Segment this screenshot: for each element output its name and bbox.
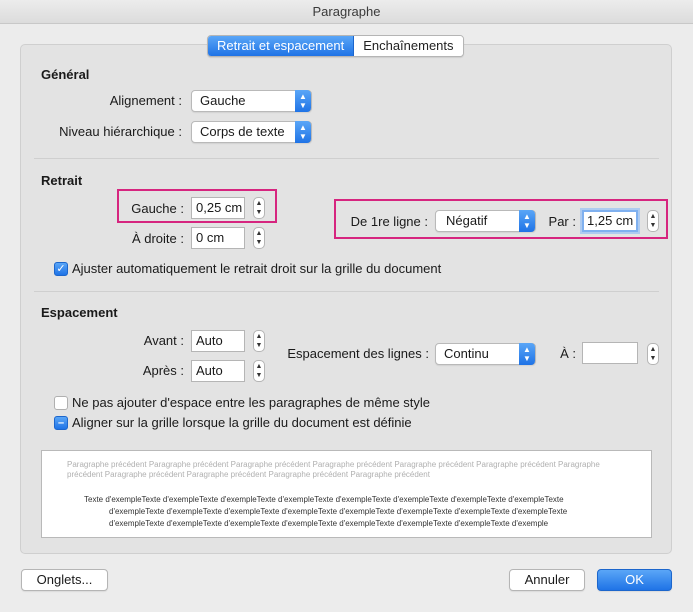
left-indent-field[interactable]: 0,25 cm [191, 197, 245, 219]
no-space-label: Ne pas ajouter d'espace entre les paragr… [72, 395, 431, 410]
right-indent-field[interactable]: 0 cm [191, 227, 245, 249]
level-popup[interactable]: Corps de texte ▲ ▼ [191, 121, 312, 143]
separator [34, 158, 659, 159]
first-line-label: De 1re ligne : [350, 214, 428, 229]
after-label: Après : [142, 363, 184, 378]
paragraph-preview: Paragraphe précédent Paragraphe précéden… [41, 450, 652, 538]
snap-grid-label: Aligner sur la grille lorsque la grille … [72, 415, 412, 430]
alignment-label: Alignement : [109, 93, 182, 108]
tabs-button[interactable]: Onglets... [21, 569, 108, 591]
spacing-section-title: Espacement [41, 305, 118, 320]
first-line-value: Négatif [446, 213, 488, 228]
at-label: À : [560, 346, 576, 361]
line-spacing-label: Espacement des lignes : [287, 346, 429, 361]
chevron-updown-icon: ▲ ▼ [519, 210, 535, 232]
first-line-popup[interactable]: Négatif ▲ ▼ [435, 210, 536, 232]
by-field[interactable]: 1,25 cm [582, 210, 638, 232]
separator [34, 291, 659, 292]
chevron-updown-icon: ▲ ▼ [295, 90, 311, 112]
window-titlebar: Paragraphe [0, 0, 693, 24]
alignment-popup[interactable]: Gauche ▲ ▼ [191, 90, 312, 112]
at-field[interactable] [582, 342, 638, 364]
window-title: Paragraphe [312, 4, 381, 19]
preview-previous-line: précédent Paragraphe précédent Paragraph… [67, 470, 430, 479]
before-label: Avant : [143, 333, 184, 348]
alignment-value: Gauche [200, 93, 246, 108]
auto-adjust-label: Ajuster automatiquement le retrait droit… [72, 261, 442, 276]
level-label: Niveau hiérarchique : [59, 124, 182, 139]
after-field[interactable]: Auto [191, 360, 245, 382]
auto-adjust-checkbox[interactable]: ✓ [54, 262, 68, 276]
tab-line-page-breaks[interactable]: Enchaînements [354, 36, 463, 56]
right-indent-stepper[interactable]: ▲ ▼ [253, 227, 265, 249]
preview-example-line: d'exempleTexte d'exempleTexte d'exempleT… [109, 519, 549, 528]
level-value: Corps de texte [200, 124, 285, 139]
preview-example-line: Texte d'exempleTexte d'exempleTexte d'ex… [84, 495, 564, 504]
before-stepper[interactable]: ▲ ▼ [253, 330, 265, 352]
cancel-button[interactable]: Annuler [509, 569, 585, 591]
after-stepper[interactable]: ▲ ▼ [253, 360, 265, 382]
by-stepper[interactable]: ▲ ▼ [647, 210, 659, 232]
general-section-title: Général [41, 67, 90, 82]
line-spacing-value: Continu [444, 346, 489, 361]
chevron-updown-icon: ▲ ▼ [295, 121, 311, 143]
at-stepper[interactable]: ▲ ▼ [647, 343, 659, 365]
left-indent-label: Gauche : [131, 201, 184, 216]
tab-bar: Retrait et espacement Enchaînements [207, 35, 464, 57]
preview-example-line: d'exempleTexte d'exempleTexte d'exempleT… [109, 507, 568, 516]
tab-indent-spacing[interactable]: Retrait et espacement [208, 36, 355, 56]
no-space-checkbox[interactable] [54, 396, 68, 410]
by-label: Par : [548, 214, 576, 229]
snap-grid-checkbox[interactable]: – [54, 416, 68, 430]
right-indent-label: À droite : [131, 231, 184, 246]
preview-previous-line: Paragraphe précédent Paragraphe précéden… [67, 460, 600, 469]
ok-button[interactable]: OK [597, 569, 672, 591]
indent-section-title: Retrait [41, 173, 83, 188]
left-indent-stepper[interactable]: ▲ ▼ [253, 197, 265, 219]
chevron-updown-icon: ▲ ▼ [519, 343, 535, 365]
before-field[interactable]: Auto [191, 330, 245, 352]
line-spacing-popup[interactable]: Continu ▲ ▼ [435, 343, 536, 365]
